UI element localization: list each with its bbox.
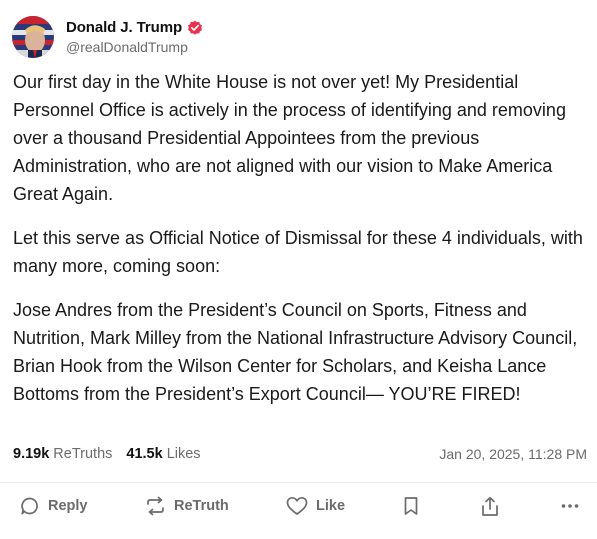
likes-label: Likes <box>166 446 201 462</box>
post-paragraph: Let this serve as Official Notice of Dis… <box>13 228 583 276</box>
verified-check-icon <box>187 20 203 36</box>
bookmark-icon <box>402 496 420 516</box>
like-button[interactable]: Like <box>286 496 345 516</box>
post-body: Our first day in the White House is not … <box>13 68 585 424</box>
bookmark-button[interactable] <box>402 496 420 516</box>
share-icon <box>480 496 500 517</box>
post-card: Donald J. Trump @realDonaldTrump Our fir… <box>0 0 597 539</box>
retruths-count: 9.19k <box>13 446 50 462</box>
heart-icon <box>286 496 308 516</box>
like-label: Like <box>316 498 346 514</box>
retruths-stat[interactable]: 9.19k ReTruths <box>13 446 112 462</box>
share-button[interactable] <box>480 496 500 517</box>
more-icon <box>560 496 580 516</box>
name-row: Donald J. Trump <box>66 19 203 36</box>
reply-label: Reply <box>48 498 88 514</box>
retruth-icon <box>145 496 166 516</box>
likes-count: 41.5k <box>126 446 163 462</box>
timestamp[interactable]: Jan 20, 2025, 11:28 PM <box>439 446 587 462</box>
reply-icon <box>20 496 40 516</box>
retruth-button[interactable]: ReTruth <box>145 496 229 516</box>
more-button[interactable] <box>560 496 580 516</box>
avatar[interactable] <box>12 16 54 58</box>
divider <box>0 482 597 483</box>
reply-button[interactable]: Reply <box>20 496 88 516</box>
likes-stat[interactable]: 41.5k Likes <box>126 446 200 462</box>
action-bar: Reply ReTruth Like <box>0 490 597 524</box>
post-paragraph: Jose Andres from the President’s Council… <box>13 300 578 404</box>
author-info: Donald J. Trump @realDonaldTrump <box>66 19 203 55</box>
handle[interactable]: @realDonaldTrump <box>66 39 203 55</box>
display-name[interactable]: Donald J. Trump <box>66 19 182 36</box>
retruths-label: ReTruths <box>53 446 113 462</box>
stats-row: 9.19k ReTruths 41.5k Likes Jan 20, 2025,… <box>13 444 587 464</box>
post-header: Donald J. Trump @realDonaldTrump <box>12 14 203 60</box>
post-paragraph: Our first day in the White House is not … <box>13 72 566 204</box>
retruth-label: ReTruth <box>174 498 229 514</box>
